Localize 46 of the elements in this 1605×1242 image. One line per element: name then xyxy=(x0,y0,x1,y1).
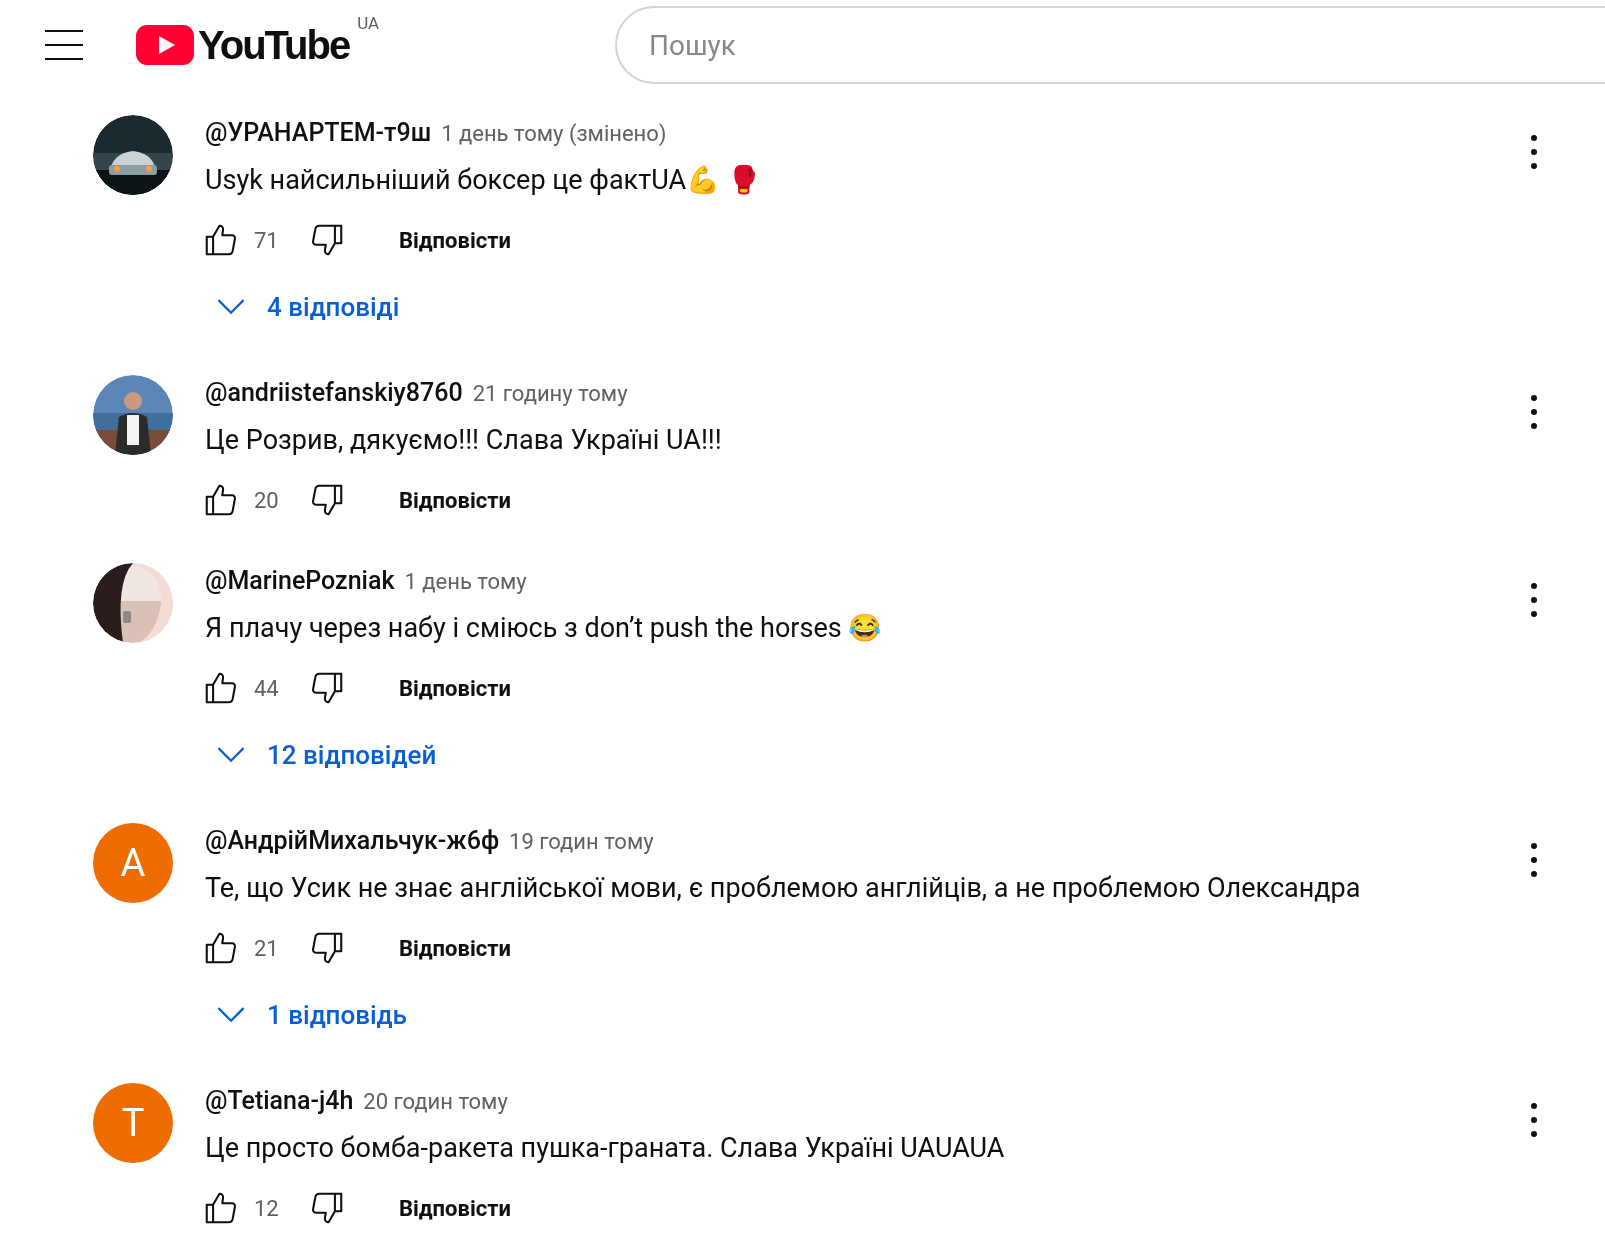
replies-count: 12 відповідей xyxy=(267,738,437,772)
replies-toggle[interactable]: 4 відповіді xyxy=(205,285,1529,329)
avatar: T xyxy=(93,1083,173,1163)
more-icon[interactable] xyxy=(1529,583,1539,617)
comment-time[interactable]: 1 день тому (змінено) xyxy=(441,116,667,150)
like-count: 20 xyxy=(254,486,280,515)
like-count: 71 xyxy=(254,226,280,255)
reply-button[interactable]: Відповісти xyxy=(399,223,511,257)
reply-button[interactable]: Відповісти xyxy=(399,671,511,705)
like-count: 12 xyxy=(254,1194,280,1223)
search-field[interactable]: Пошук xyxy=(615,6,1605,84)
comment-text: Usyk найсильніший боксер це фактUA💪 🥊 xyxy=(205,162,761,198)
replies-toggle[interactable]: 1 відповідь xyxy=(205,993,1529,1037)
like-count: 21 xyxy=(254,934,280,963)
author-name[interactable]: @Tetiana-j4h xyxy=(205,1082,354,1120)
author-name[interactable]: @АндрійМихальчук-ж6ф xyxy=(205,822,500,860)
logo-text[interactable]: YouTube xyxy=(198,23,350,67)
more-icon[interactable] xyxy=(1529,843,1539,877)
author-name[interactable]: @УРАНАРТЕМ-т9ш xyxy=(205,114,432,152)
menu-button[interactable] xyxy=(45,30,83,60)
replies-toggle[interactable]: 12 відповідей xyxy=(205,733,1529,777)
replies-count: 4 відповіді xyxy=(267,290,400,324)
comment-text: Це просто бомба-ракета пушка-граната. Слава Україні UAUAUA xyxy=(205,1130,1005,1166)
country-code: UA xyxy=(357,12,380,35)
reply-button[interactable]: Відповісти xyxy=(399,483,511,517)
more-icon[interactable] xyxy=(1529,395,1539,429)
play-logo-icon[interactable] xyxy=(136,23,194,67)
like-count: 44 xyxy=(254,674,280,703)
comment-text: Я плачу через набу і сміюсь з don’t push the horses 😂 xyxy=(205,610,883,646)
replies-count: 1 відповідь xyxy=(267,998,407,1032)
comment-time[interactable]: 20 годин тому xyxy=(363,1084,508,1118)
more-icon[interactable] xyxy=(1529,1103,1539,1137)
more-icon[interactable] xyxy=(1529,135,1539,169)
comment-time[interactable]: 1 день тому xyxy=(404,564,527,598)
comment-text: Те, що Усик не знає англійської мови, є проблемою англійців, а не проблемою Олександра xyxy=(205,870,1361,906)
chevron-down-icon xyxy=(217,299,245,315)
reply-button[interactable]: Відповісти xyxy=(399,931,511,965)
author-name[interactable]: @MarinePozniak xyxy=(205,562,395,600)
comment-time[interactable]: 21 годину тому xyxy=(472,376,628,410)
comment-time[interactable]: 19 годин тому xyxy=(509,824,654,858)
comment-text: Це Розрив, дякуємо!!! Слава Україні UA!!! xyxy=(205,422,722,458)
chevron-down-icon xyxy=(217,1007,245,1023)
author-name[interactable]: @andriistefanskiy8760 xyxy=(205,374,463,412)
avatar: A xyxy=(93,823,173,903)
chevron-down-icon xyxy=(217,747,245,763)
reply-button[interactable]: Відповісти xyxy=(399,1191,511,1225)
